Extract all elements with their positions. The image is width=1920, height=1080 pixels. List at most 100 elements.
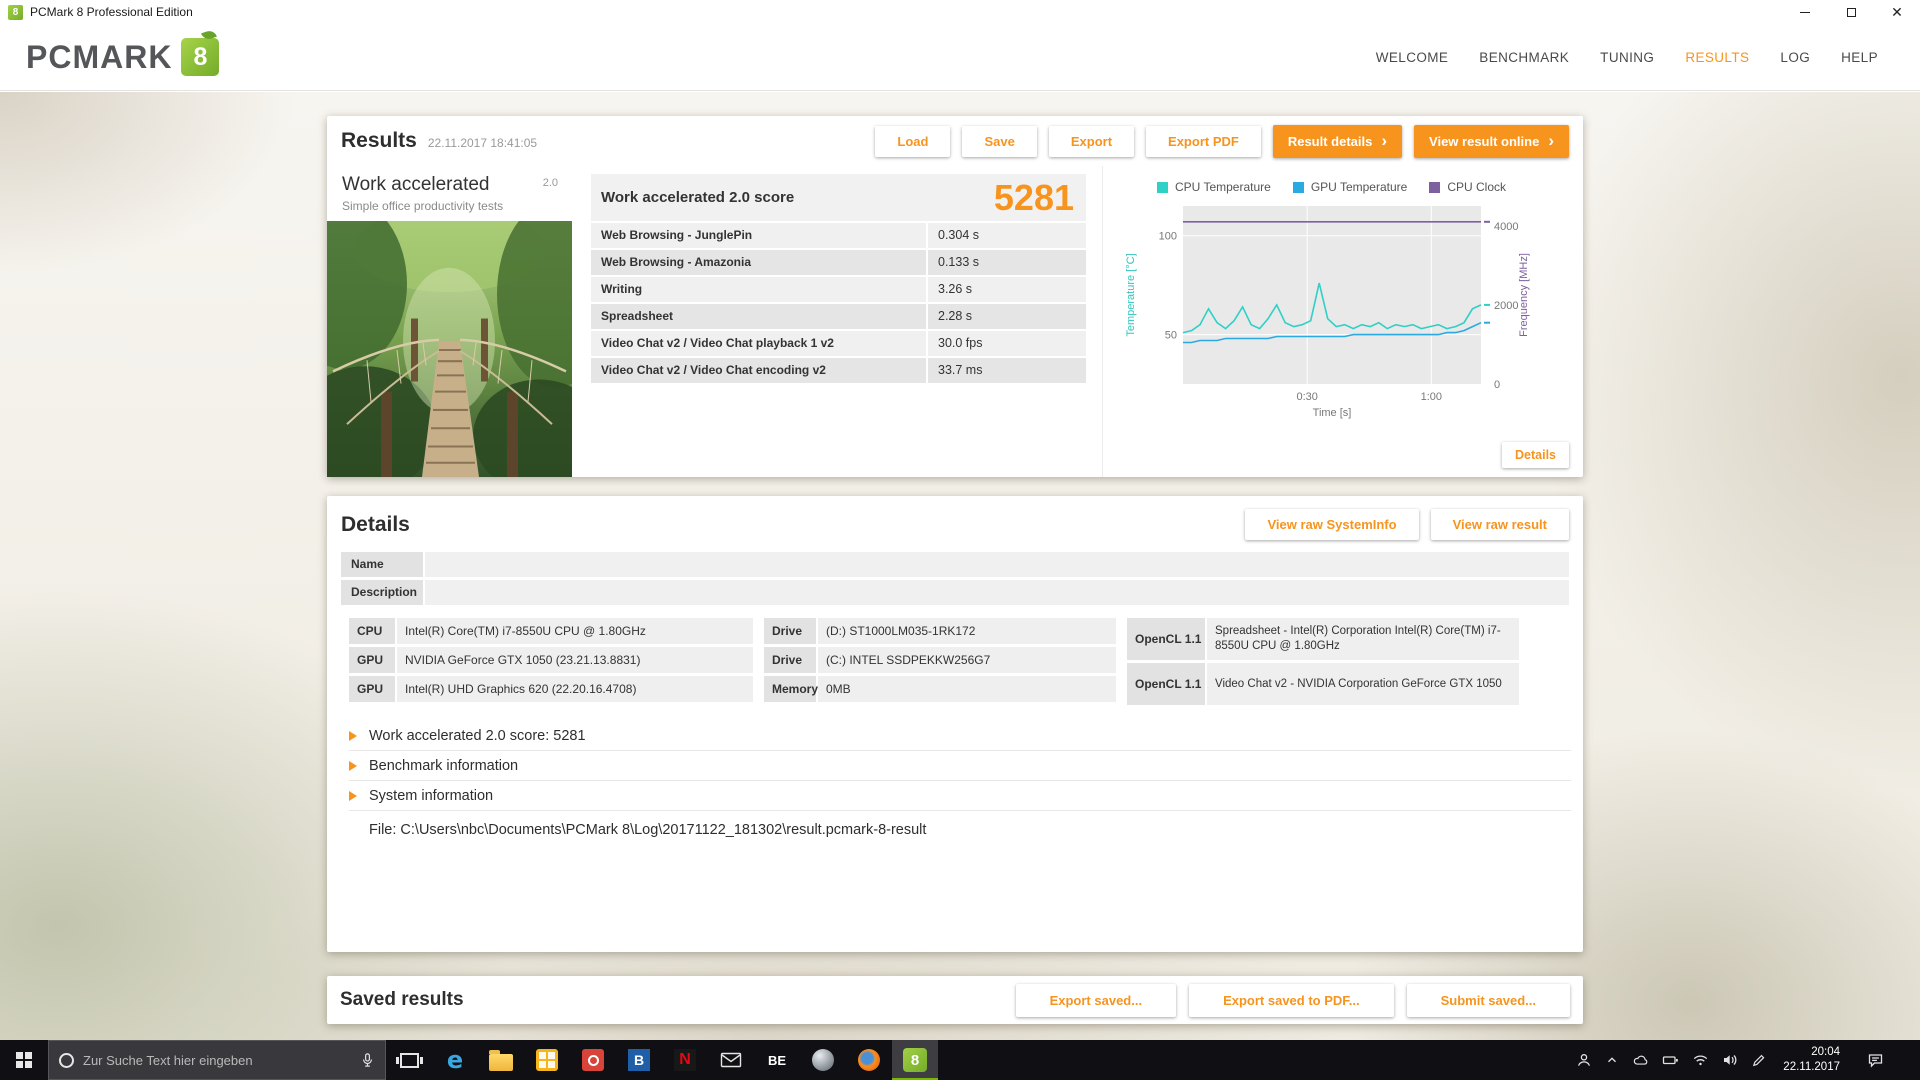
svg-text:2000: 2000	[1494, 300, 1518, 312]
submit-saved-button[interactable]: Submit saved...	[1406, 983, 1570, 1017]
test-subtitle: Simple office productivity tests	[342, 199, 504, 213]
nav-log[interactable]: LOG	[1780, 50, 1810, 65]
maximize-button[interactable]	[1828, 0, 1874, 24]
pcmark-icon: 8	[903, 1048, 927, 1072]
performance-chart: 50 100 0 2000 4000 0:30 1:00 Time [s] Temperatur…	[1125, 206, 1530, 419]
chart-details-button[interactable]: Details	[1502, 442, 1569, 468]
taskbar-clock[interactable]: 20:04 22.11.2017	[1783, 1045, 1840, 1075]
expander-label: Work accelerated 2.0 score: 5281	[369, 727, 586, 744]
svg-text:Time [s]: Time [s]	[1313, 407, 1352, 419]
metric-value: 0.304 s	[928, 223, 1086, 248]
results-panel: Results 22.11.2017 18:41:05 Load Save Ex…	[327, 116, 1583, 477]
logo-text: PCMARK	[26, 38, 173, 75]
name-input[interactable]	[425, 552, 1569, 577]
netflix-app[interactable]: N	[662, 1040, 708, 1080]
app-blue-b[interactable]: B	[616, 1040, 662, 1080]
minimize-button[interactable]	[1782, 0, 1828, 24]
metric-name: Video Chat v2 / Video Chat encoding v2	[591, 358, 926, 383]
chevron-up-icon[interactable]	[1605, 1053, 1619, 1067]
expander-system-information[interactable]: System information	[349, 781, 1571, 811]
browser-round-icon	[858, 1049, 880, 1071]
nav-tuning[interactable]: TUNING	[1600, 50, 1654, 65]
be-icon: BE	[767, 1052, 787, 1068]
nav-help[interactable]: HELP	[1841, 50, 1878, 65]
name-field-row: Name	[341, 552, 1569, 577]
app-gray-round[interactable]	[800, 1040, 846, 1080]
content-background: Results 22.11.2017 18:41:05 Load Save Ex…	[0, 92, 1920, 1040]
battery-icon[interactable]	[1662, 1053, 1679, 1067]
cpu-temp-swatch-icon	[1157, 181, 1168, 193]
score-value: 5281	[993, 176, 1074, 218]
microphone-icon[interactable]	[360, 1052, 375, 1068]
details-panel: Details View raw SystemInfo View raw res…	[327, 496, 1583, 952]
nav-results[interactable]: RESULTS	[1685, 50, 1749, 65]
be-app[interactable]: BE	[754, 1040, 800, 1080]
network-icon[interactable]	[1692, 1053, 1709, 1067]
edge-app[interactable]: e	[432, 1040, 478, 1080]
export-pdf-button[interactable]: Export PDF	[1146, 125, 1261, 157]
gray-round-icon	[812, 1049, 834, 1071]
view-raw-result-button[interactable]: View raw result	[1430, 509, 1569, 540]
close-icon: ✕	[1891, 4, 1903, 20]
legend-gpu-temperature: GPU Temperature	[1292, 180, 1407, 194]
cloud-icon[interactable]	[1632, 1053, 1649, 1068]
result-thumbnail-image	[327, 221, 572, 477]
view-result-online-button[interactable]: View result online ›	[1414, 124, 1569, 158]
test-summary-column: Work accelerated 2.0 Simple office produ…	[327, 166, 572, 477]
taskbar-search[interactable]	[48, 1040, 386, 1080]
mail-app[interactable]	[708, 1040, 754, 1080]
export-saved-button[interactable]: Export saved...	[1015, 983, 1177, 1017]
task-view-button[interactable]	[386, 1040, 432, 1080]
pcmark-logo: PCMARK 8	[26, 29, 220, 76]
app-browser-round[interactable]	[846, 1040, 892, 1080]
user-icon[interactable]	[1576, 1052, 1592, 1068]
app-red[interactable]	[570, 1040, 616, 1080]
app-icon: 8	[8, 4, 23, 20]
pen-icon[interactable]	[1751, 1053, 1766, 1068]
metric-row: Spreadsheet 2.28 s	[591, 304, 1086, 329]
action-center-button[interactable]	[1857, 1052, 1893, 1068]
metric-row: Video Chat v2 / Video Chat encoding v2 3…	[591, 358, 1086, 383]
pcmark-app-active[interactable]: 8	[892, 1040, 938, 1080]
save-button[interactable]: Save	[962, 125, 1037, 157]
expander-label: System information	[369, 787, 494, 804]
svg-text:0: 0	[1494, 379, 1500, 391]
export-saved-pdf-button[interactable]: Export saved to PDF...	[1189, 983, 1394, 1017]
metric-name: Spreadsheet	[591, 304, 926, 329]
expander-label: Benchmark information	[369, 757, 519, 774]
clock-date: 22.11.2017	[1783, 1061, 1840, 1073]
search-input[interactable]	[83, 1052, 351, 1068]
hw-row-memory: Memory 0MB	[764, 676, 1116, 702]
svg-text:50: 50	[1165, 330, 1177, 342]
export-button[interactable]: Export	[1048, 125, 1135, 157]
result-details-button[interactable]: Result details ›	[1272, 124, 1403, 158]
saved-results-title: Saved results	[340, 989, 464, 1010]
expander-benchmark-information[interactable]: Benchmark information	[349, 751, 1571, 781]
svg-text:1:00: 1:00	[1421, 391, 1442, 403]
nav-welcome[interactable]: WELCOME	[1376, 50, 1449, 65]
load-button[interactable]: Load	[875, 125, 951, 157]
metric-name: Web Browsing - JunglePin	[591, 223, 926, 248]
start-button[interactable]	[0, 1040, 48, 1080]
app-yellow-grid[interactable]	[524, 1040, 570, 1080]
system-tray: 20:04 22.11.2017	[1568, 1040, 1920, 1080]
results-title: Results	[341, 129, 417, 152]
description-input[interactable]	[425, 580, 1569, 605]
view-raw-systeminfo-button[interactable]: View raw SystemInfo	[1245, 509, 1419, 540]
file-explorer-app[interactable]	[478, 1040, 524, 1080]
svg-text:100: 100	[1159, 231, 1177, 243]
netflix-icon: N	[674, 1049, 696, 1071]
expander-score[interactable]: Work accelerated 2.0 score: 5281	[349, 721, 1571, 751]
hw-row-drive1: Drive (D:) ST1000LM035-1RK172	[764, 618, 1116, 644]
volume-icon[interactable]	[1722, 1053, 1738, 1067]
saved-results-panel: Saved results Export saved... Export sav…	[327, 976, 1583, 1024]
cortana-icon	[59, 1052, 74, 1068]
triangle-right-icon	[349, 760, 357, 771]
legend-cpu-clock: CPU Clock	[1429, 180, 1506, 194]
app-header: PCMARK 8 WELCOME BENCHMARK TUNING RESULT…	[0, 24, 1920, 91]
triangle-right-icon	[349, 730, 357, 741]
close-button[interactable]: ✕	[1874, 0, 1920, 24]
nav-benchmark[interactable]: BENCHMARK	[1479, 50, 1569, 65]
gpu-temp-swatch-icon	[1292, 181, 1304, 193]
red-app-icon	[582, 1049, 604, 1071]
